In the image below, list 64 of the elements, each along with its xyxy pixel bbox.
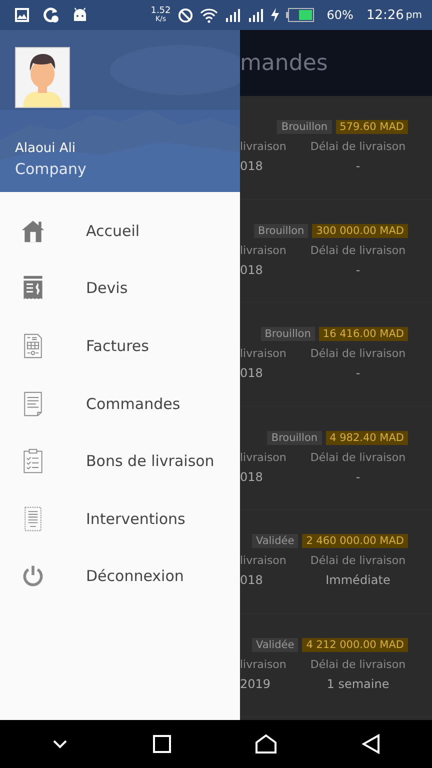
- clock-period: pm: [406, 10, 422, 20]
- clock: 12:26: [366, 8, 404, 22]
- amount-badge: 2 460 000.00 MAD: [302, 534, 408, 548]
- column-header: livraison: [240, 450, 288, 464]
- status-badge: Validée: [252, 534, 298, 548]
- column-value: 018: [240, 366, 264, 380]
- blocked-icon: [178, 8, 193, 22]
- status-badge: Brouillon: [260, 327, 315, 341]
- column-value: 018: [240, 159, 264, 173]
- signal-icon: [248, 8, 264, 22]
- status-badge: Validée: [252, 638, 298, 652]
- user-name: Alaoui Ali: [15, 141, 76, 156]
- signal-icon: [224, 8, 241, 22]
- chevron-down-icon[interactable]: [52, 739, 68, 749]
- amount-badge: 4 212 000.00 MAD: [302, 638, 408, 652]
- column-header: livraison: [240, 140, 288, 153]
- amount-badge: 16 416.00 MAD: [318, 327, 408, 341]
- menu-item[interactable]: Devis: [0, 260, 240, 318]
- column-header: Délai de livraison: [309, 658, 407, 670]
- column-header: livraison: [240, 244, 288, 256]
- user-company: Company: [15, 160, 86, 178]
- charging-icon: [270, 8, 279, 22]
- status-badge: Brouillon: [277, 120, 332, 134]
- column-header: livraison: [240, 347, 288, 360]
- gallery-icon: [14, 7, 30, 23]
- column-header: Délai de livraison: [309, 450, 407, 464]
- column-header: livraison: [240, 658, 288, 670]
- column-value: -: [354, 366, 362, 380]
- status-badge: Brouillon: [267, 430, 322, 444]
- column-value: -: [354, 470, 362, 484]
- column-header: livraison: [240, 554, 288, 567]
- android-icon: [72, 7, 88, 23]
- menu-item[interactable]: Commandes: [0, 374, 240, 432]
- network-speed: 1.52: [150, 7, 171, 16]
- amount-badge: 4 982.40 MAD: [326, 430, 408, 444]
- column-header: Délai de livraison: [309, 140, 407, 153]
- sync-icon: [42, 6, 60, 24]
- column-header: Délai de livraison: [309, 347, 407, 360]
- column-value: 1 semaine: [326, 676, 390, 690]
- menu-item[interactable]: Factures: [0, 317, 240, 375]
- menu-item[interactable]: Déconnexion: [0, 548, 240, 606]
- column-value: 018: [240, 573, 264, 587]
- recents-icon[interactable]: [152, 735, 171, 753]
- menu-item[interactable]: Bons de livraison: [0, 432, 240, 490]
- amount-badge: 300 000.00 MAD: [312, 224, 408, 238]
- avatar-icon: [15, 47, 70, 108]
- back-icon[interactable]: [362, 734, 380, 754]
- column-header: Délai de livraison: [309, 554, 407, 567]
- menu-item[interactable]: Accueil: [0, 202, 240, 260]
- column-value: -: [354, 262, 362, 276]
- column-header: Délai de livraison: [309, 244, 407, 256]
- column-value: Immédiate: [324, 573, 392, 587]
- column-value: -: [354, 159, 362, 173]
- home-icon[interactable]: [255, 734, 278, 754]
- column-value: 018: [240, 470, 264, 484]
- battery-percent: 60%: [326, 8, 354, 22]
- wifi-icon: [200, 8, 218, 22]
- battery-icon: [286, 8, 314, 22]
- page-title: mandes: [240, 50, 328, 76]
- menu-item[interactable]: Interventions: [0, 490, 240, 548]
- column-value: 018: [240, 262, 264, 276]
- column-value: 2019: [240, 676, 272, 690]
- status-badge: Brouillon: [254, 224, 308, 238]
- amount-badge: 579.60 MAD: [336, 120, 408, 134]
